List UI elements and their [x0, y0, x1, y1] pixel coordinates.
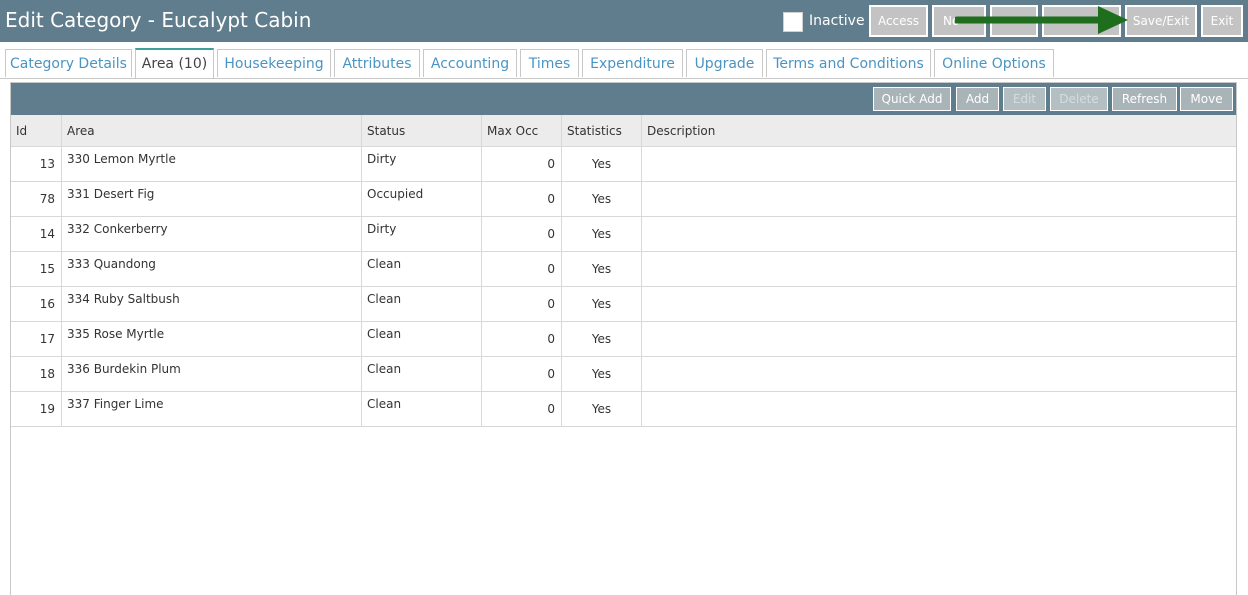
add-button[interactable]: Add	[956, 87, 999, 111]
cell-area: 330 Lemon Myrtle	[62, 147, 362, 181]
cell-id: 18	[11, 357, 62, 391]
cell-area: 331 Desert Fig	[62, 182, 362, 216]
cell-description	[642, 287, 1236, 321]
tab-bar: Category Details Area (10) Housekeeping …	[0, 48, 1248, 79]
table-row[interactable]: 14 332 Conkerberry Dirty 0 Yes	[11, 217, 1236, 252]
table-row[interactable]: 13 330 Lemon Myrtle Dirty 0 Yes	[11, 147, 1236, 182]
move-button[interactable]: Move	[1180, 87, 1233, 111]
cell-area: 332 Conkerberry	[62, 217, 362, 251]
toolbar-button-4[interactable]	[1042, 5, 1121, 37]
cell-max-occ: 0	[482, 252, 562, 286]
table-header: Id Area Status Max Occ Statistics Descri…	[11, 115, 1236, 147]
cell-statistics: Yes	[562, 322, 642, 356]
cell-description	[642, 217, 1236, 251]
grid-toolbar: Quick Add Add Edit Delete Refresh Move	[11, 83, 1236, 115]
toolbar-button-3[interactable]	[990, 5, 1038, 37]
table-row[interactable]: 18 336 Burdekin Plum Clean 0 Yes	[11, 357, 1236, 392]
exit-button[interactable]: Exit	[1201, 5, 1243, 37]
quick-add-button[interactable]: Quick Add	[873, 87, 951, 111]
save-exit-button[interactable]: Save/Exit	[1125, 5, 1197, 37]
table-row[interactable]: 19 337 Finger Lime Clean 0 Yes	[11, 392, 1236, 427]
cell-max-occ: 0	[482, 322, 562, 356]
cell-status: Clean	[362, 357, 482, 391]
tab-upgrade[interactable]: Upgrade	[686, 49, 763, 77]
cell-status: Clean	[362, 322, 482, 356]
cell-description	[642, 322, 1236, 356]
cell-area: 333 Quandong	[62, 252, 362, 286]
cell-statistics: Yes	[562, 147, 642, 181]
area-grid-panel: Quick Add Add Edit Delete Refresh Move I…	[10, 82, 1237, 595]
cell-area: 336 Burdekin Plum	[62, 357, 362, 391]
cell-description	[642, 357, 1236, 391]
cell-status: Dirty	[362, 217, 482, 251]
table-row[interactable]: 78 331 Desert Fig Occupied 0 Yes	[11, 182, 1236, 217]
cell-id: 15	[11, 252, 62, 286]
table-row[interactable]: 15 333 Quandong Clean 0 Yes	[11, 252, 1236, 287]
column-header-area[interactable]: Area	[62, 115, 362, 147]
cell-description	[642, 182, 1236, 216]
tab-attributes[interactable]: Attributes	[334, 49, 420, 77]
cell-statistics: Yes	[562, 217, 642, 251]
table-row[interactable]: 17 335 Rose Myrtle Clean 0 Yes	[11, 322, 1236, 357]
inactive-checkbox[interactable]	[783, 12, 803, 32]
cell-max-occ: 0	[482, 147, 562, 181]
cell-id: 13	[11, 147, 62, 181]
cell-max-occ: 0	[482, 392, 562, 426]
cell-area: 335 Rose Myrtle	[62, 322, 362, 356]
cell-area: 334 Ruby Saltbush	[62, 287, 362, 321]
cell-id: 14	[11, 217, 62, 251]
cell-id: 16	[11, 287, 62, 321]
cell-description	[642, 147, 1236, 181]
tab-housekeeping[interactable]: Housekeeping	[217, 49, 331, 77]
column-header-id[interactable]: Id	[11, 115, 62, 147]
column-header-status[interactable]: Status	[362, 115, 482, 147]
cell-statistics: Yes	[562, 357, 642, 391]
tab-online-options[interactable]: Online Options	[934, 49, 1054, 77]
cell-max-occ: 0	[482, 287, 562, 321]
column-header-statistics[interactable]: Statistics	[562, 115, 642, 147]
title-bar: Edit Category - Eucalypt Cabin Inactive …	[0, 0, 1248, 42]
cell-description	[642, 392, 1236, 426]
cell-id: 17	[11, 322, 62, 356]
cell-area: 337 Finger Lime	[62, 392, 362, 426]
cell-status: Clean	[362, 392, 482, 426]
tab-accounting[interactable]: Accounting	[423, 49, 517, 77]
cell-id: 19	[11, 392, 62, 426]
cell-status: Dirty	[362, 147, 482, 181]
cell-statistics: Yes	[562, 392, 642, 426]
cell-max-occ: 0	[482, 217, 562, 251]
cell-statistics: Yes	[562, 287, 642, 321]
delete-button[interactable]: Delete	[1050, 87, 1108, 111]
cell-statistics: Yes	[562, 252, 642, 286]
page-title: Edit Category - Eucalypt Cabin	[5, 8, 312, 32]
inactive-label: Inactive	[809, 13, 865, 29]
refresh-button[interactable]: Refresh	[1112, 87, 1177, 111]
notes-button[interactable]: No	[932, 5, 986, 37]
tab-times[interactable]: Times	[520, 49, 579, 77]
tab-category-details[interactable]: Category Details	[5, 49, 132, 77]
cell-status: Clean	[362, 252, 482, 286]
column-header-description[interactable]: Description	[642, 115, 1236, 147]
cell-statistics: Yes	[562, 182, 642, 216]
cell-description	[642, 252, 1236, 286]
tab-expenditure[interactable]: Expenditure	[582, 49, 683, 77]
cell-id: 78	[11, 182, 62, 216]
tab-area[interactable]: Area (10)	[135, 48, 214, 78]
column-header-max-occ[interactable]: Max Occ	[482, 115, 562, 147]
cell-max-occ: 0	[482, 182, 562, 216]
tab-terms-and-conditions[interactable]: Terms and Conditions	[766, 49, 931, 77]
cell-status: Occupied	[362, 182, 482, 216]
table-row[interactable]: 16 334 Ruby Saltbush Clean 0 Yes	[11, 287, 1236, 322]
access-button[interactable]: Access	[869, 5, 928, 37]
cell-max-occ: 0	[482, 357, 562, 391]
edit-button[interactable]: Edit	[1003, 87, 1046, 111]
cell-status: Clean	[362, 287, 482, 321]
